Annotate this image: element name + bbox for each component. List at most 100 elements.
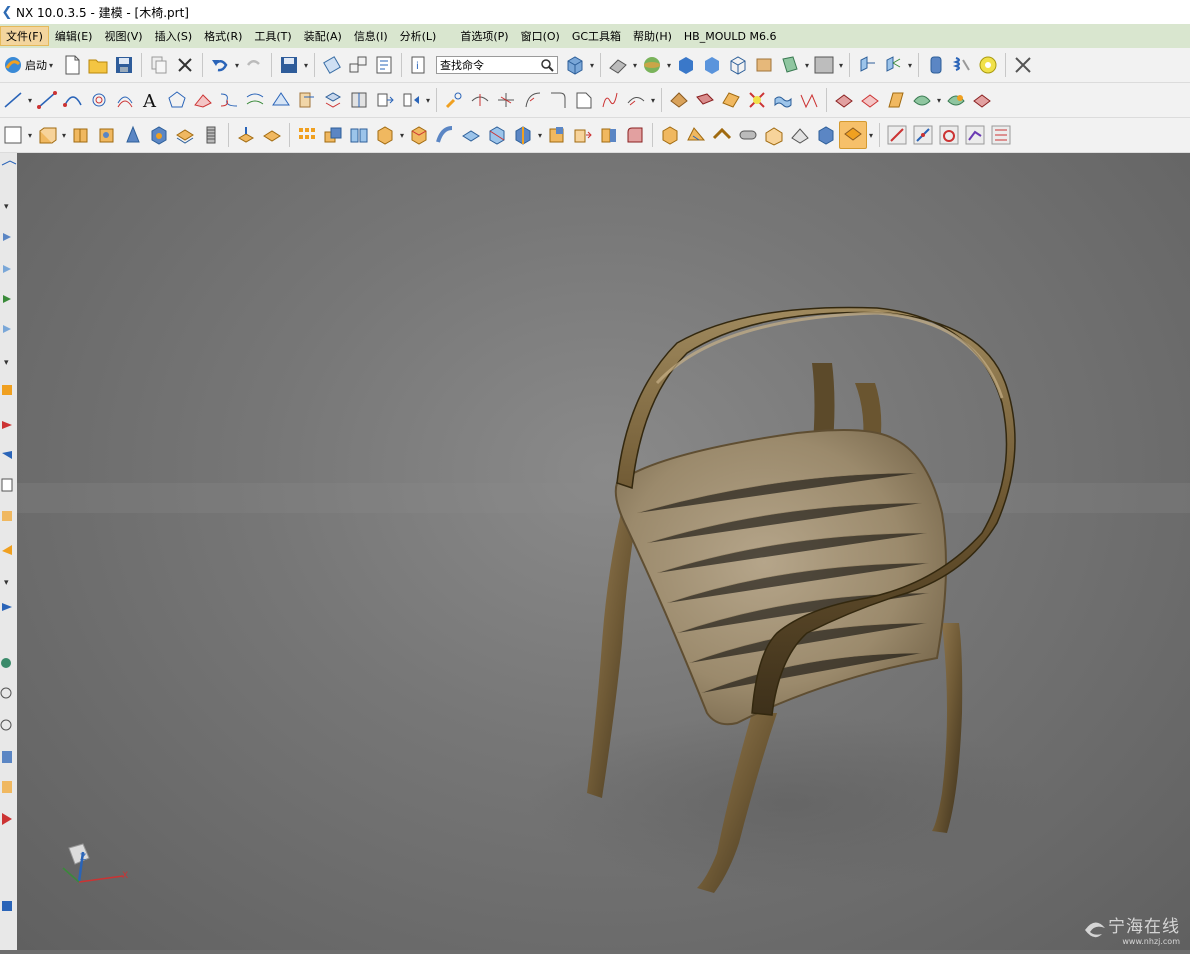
curve-length-icon[interactable] xyxy=(493,87,519,113)
orientation-triad[interactable]: Z X xyxy=(55,838,135,898)
offset-face-icon[interactable] xyxy=(544,122,570,148)
measure-angle-icon[interactable] xyxy=(910,122,936,148)
fit-curve-icon[interactable] xyxy=(190,87,216,113)
sew-icon[interactable] xyxy=(969,87,995,113)
wcs-display-icon[interactable] xyxy=(880,52,906,78)
ruled-icon[interactable] xyxy=(796,87,822,113)
replace-face-icon[interactable] xyxy=(596,122,622,148)
measure-distance-icon[interactable] xyxy=(884,122,910,148)
chair-model[interactable] xyxy=(17,153,1190,950)
sketch-dropdown-icon[interactable]: ▾ xyxy=(26,131,34,140)
spline-edit-icon[interactable] xyxy=(597,87,623,113)
move-face-icon[interactable] xyxy=(570,122,596,148)
menu-preferences[interactable]: 首选项(P) xyxy=(454,26,514,46)
boolean-icon[interactable] xyxy=(172,122,198,148)
menu-assembly[interactable]: 装配(A) xyxy=(298,26,348,46)
graphics-viewport[interactable]: Z X 宁海在线 www.nhzj.com xyxy=(17,153,1190,950)
line-icon[interactable] xyxy=(0,87,26,113)
combine-curve-icon[interactable] xyxy=(372,87,398,113)
save-dropdown-icon[interactable]: ▾ xyxy=(302,61,310,70)
shell-icon[interactable] xyxy=(233,122,259,148)
search-icon[interactable] xyxy=(540,58,554,72)
tube-icon[interactable] xyxy=(735,122,761,148)
properties-icon[interactable] xyxy=(371,52,397,78)
menu-help[interactable]: 帮助(H) xyxy=(627,26,678,46)
layer-icon[interactable] xyxy=(345,52,371,78)
draft-icon[interactable] xyxy=(259,122,285,148)
extract-curve-icon[interactable] xyxy=(320,87,346,113)
line-points-icon[interactable] xyxy=(34,87,60,113)
wrap-icon[interactable] xyxy=(761,122,787,148)
sweep-body-icon[interactable] xyxy=(432,122,458,148)
render-dropdown-icon[interactable]: ▾ xyxy=(665,61,673,70)
cone-icon[interactable] xyxy=(120,122,146,148)
mirror-body-icon[interactable] xyxy=(346,122,372,148)
curve-dropdown-icon[interactable]: ▾ xyxy=(424,96,432,105)
studio-icon[interactable] xyxy=(751,52,777,78)
view-dropdown-icon[interactable]: ▾ xyxy=(588,61,596,70)
unite-icon[interactable] xyxy=(320,122,346,148)
menu-insert[interactable]: 插入(S) xyxy=(149,26,199,46)
divide-curve-icon[interactable] xyxy=(467,87,493,113)
view-cube-icon[interactable] xyxy=(562,52,588,78)
resize-blend-icon[interactable] xyxy=(622,122,648,148)
curve-analysis-icon[interactable] xyxy=(936,122,962,148)
chamfer-icon[interactable] xyxy=(372,122,398,148)
block-icon[interactable] xyxy=(146,122,172,148)
corner-icon[interactable] xyxy=(545,87,571,113)
through-curves-icon[interactable] xyxy=(744,87,770,113)
sketch-icon[interactable] xyxy=(0,122,26,148)
polygon-icon[interactable] xyxy=(164,87,190,113)
pattern-icon[interactable] xyxy=(294,122,320,148)
menu-tools[interactable]: 工具(T) xyxy=(248,26,297,46)
split-body-icon[interactable] xyxy=(510,122,536,148)
open-folder-icon[interactable] xyxy=(85,52,111,78)
face-blend-icon[interactable] xyxy=(943,87,969,113)
cylinder-part-icon[interactable] xyxy=(923,52,949,78)
menu-gc-toolbox[interactable]: GC工具箱 xyxy=(566,26,627,46)
extend-sheet-icon[interactable] xyxy=(883,87,909,113)
edge-blend-icon[interactable] xyxy=(406,122,432,148)
start-dropdown-icon[interactable]: ▾ xyxy=(47,61,55,70)
thread-icon[interactable] xyxy=(198,122,224,148)
wireframe-icon[interactable] xyxy=(725,52,751,78)
hollow-box-icon[interactable] xyxy=(657,122,683,148)
menu-view[interactable]: 视图(V) xyxy=(98,26,148,46)
edit-curve-dropdown-icon[interactable]: ▾ xyxy=(649,96,657,105)
fill-surface-icon[interactable] xyxy=(909,87,935,113)
bridge-curve-icon[interactable] xyxy=(216,87,242,113)
deviation-icon[interactable] xyxy=(962,122,988,148)
pad-icon[interactable] xyxy=(787,122,813,148)
arc-icon[interactable] xyxy=(60,87,86,113)
mesh-surface-icon[interactable] xyxy=(692,87,718,113)
circle-points-icon[interactable] xyxy=(86,87,112,113)
save-icon[interactable] xyxy=(111,52,137,78)
edit-object-icon[interactable] xyxy=(319,52,345,78)
coil-icon[interactable] xyxy=(975,52,1001,78)
trim-body-icon[interactable] xyxy=(484,122,510,148)
wcs-orient-icon[interactable] xyxy=(854,52,880,78)
undo-dropdown-icon[interactable]: ▾ xyxy=(233,61,241,70)
face-analysis-dropdown-icon[interactable]: ▾ xyxy=(803,61,811,70)
isoparametric-icon[interactable] xyxy=(346,87,372,113)
sheet-body-icon[interactable] xyxy=(458,122,484,148)
solid-icon[interactable] xyxy=(813,122,839,148)
tools-icon[interactable] xyxy=(1010,52,1036,78)
save-as-icon[interactable] xyxy=(276,52,302,78)
menu-information[interactable]: 信息(I) xyxy=(348,26,394,46)
bend-icon[interactable] xyxy=(709,122,735,148)
command-search-input[interactable]: 查找命令 xyxy=(436,56,558,74)
datum-plane-icon[interactable] xyxy=(839,121,867,149)
smooth-spline-icon[interactable] xyxy=(623,87,649,113)
background-icon[interactable] xyxy=(811,52,837,78)
start-button[interactable]: 启动 ▾ xyxy=(0,52,59,78)
hole-icon[interactable] xyxy=(94,122,120,148)
background-dropdown-icon[interactable]: ▾ xyxy=(837,61,845,70)
fillet-curve-icon[interactable] xyxy=(519,87,545,113)
section-curve-icon[interactable] xyxy=(294,87,320,113)
redo-icon[interactable] xyxy=(241,52,267,78)
info-icon[interactable]: i xyxy=(406,52,432,78)
new-file-icon[interactable] xyxy=(59,52,85,78)
studio-surface-icon[interactable] xyxy=(718,87,744,113)
menu-edit[interactable]: 编辑(E) xyxy=(49,26,99,46)
